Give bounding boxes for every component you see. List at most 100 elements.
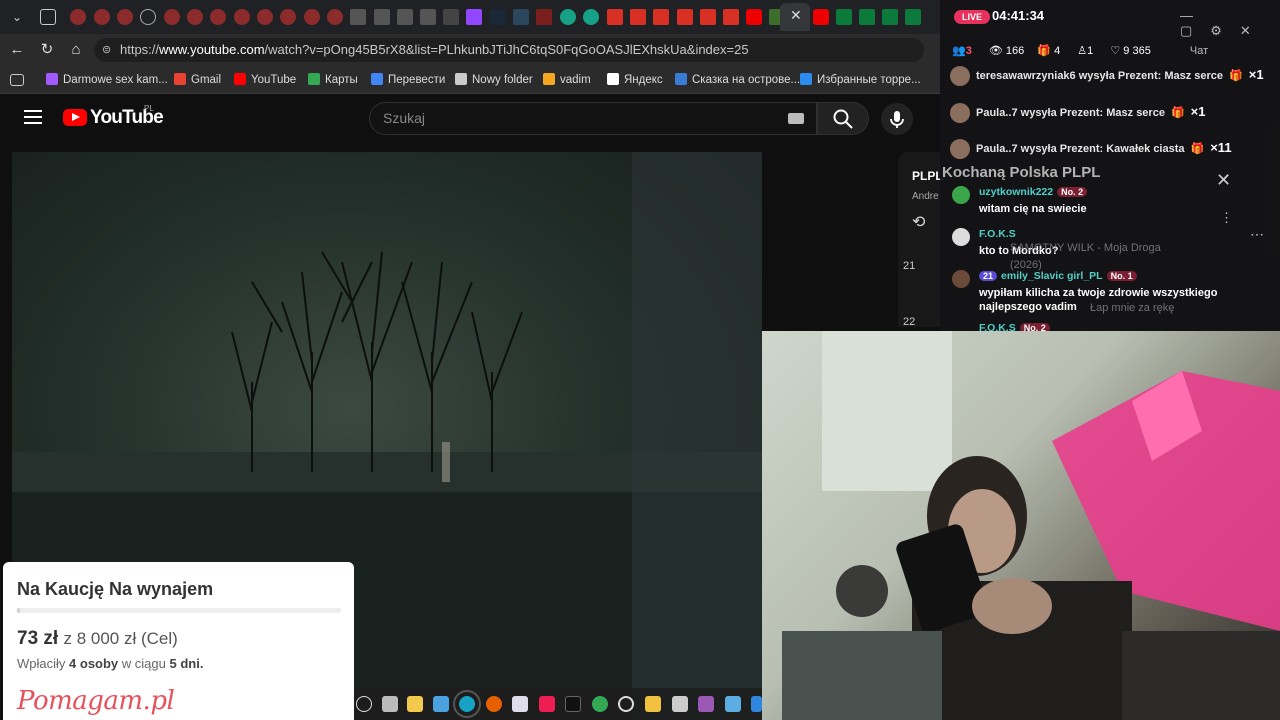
tab-favicon[interactable] bbox=[210, 9, 226, 25]
globe-icon[interactable] bbox=[140, 9, 156, 25]
tab-favicon[interactable] bbox=[397, 9, 413, 25]
bookmark-label: Darmowe sex kam... bbox=[63, 74, 168, 86]
voice-search-button[interactable] bbox=[881, 103, 913, 135]
tab-favicon[interactable] bbox=[350, 9, 366, 25]
tab-favicon[interactable] bbox=[94, 9, 110, 25]
bookmarks-menu-icon[interactable] bbox=[10, 74, 24, 86]
menu-icon[interactable] bbox=[24, 110, 42, 124]
firefox-icon[interactable] bbox=[486, 696, 502, 712]
tab-favicon[interactable] bbox=[560, 9, 576, 25]
gift-icon: 🎁 bbox=[1190, 143, 1205, 155]
donors-row: Wpłaciły 4 osoby w ciągu 5 dni. bbox=[17, 656, 204, 671]
steam-icon[interactable] bbox=[490, 9, 506, 25]
blocked-icon[interactable] bbox=[618, 696, 634, 712]
tab-favicon[interactable] bbox=[882, 9, 898, 25]
bookmark-item[interactable]: vadim bbox=[543, 72, 591, 88]
bookmark-item[interactable]: Nowy folder bbox=[455, 72, 533, 88]
gmail-icon[interactable] bbox=[723, 9, 739, 25]
search-input[interactable]: Szukaj bbox=[369, 102, 817, 135]
tab-favicon[interactable] bbox=[117, 9, 133, 25]
gmail-icon[interactable] bbox=[653, 9, 669, 25]
workspaces-icon[interactable] bbox=[40, 9, 56, 25]
gmail-icon[interactable] bbox=[700, 9, 716, 25]
youtube-icon[interactable] bbox=[813, 9, 829, 25]
tab-menu-chevron-icon[interactable]: ⌄ bbox=[9, 9, 25, 25]
bookmark-item[interactable]: Сказка на острове... bbox=[675, 72, 800, 88]
loop-icon[interactable]: ⟲ bbox=[912, 212, 925, 232]
tab-favicon[interactable] bbox=[70, 9, 86, 25]
pomagam-logo[interactable]: Pomagam.pl bbox=[17, 686, 175, 716]
tab-favicon[interactable] bbox=[234, 9, 250, 25]
tab-favicon[interactable] bbox=[420, 9, 436, 25]
file-explorer-icon[interactable] bbox=[407, 696, 423, 712]
photos-icon[interactable] bbox=[725, 696, 741, 712]
app-icon[interactable] bbox=[751, 696, 762, 712]
search-icon[interactable] bbox=[356, 696, 372, 712]
bookmark-item[interactable]: Яндекс bbox=[607, 72, 663, 88]
youtube-icon[interactable] bbox=[746, 9, 762, 25]
stream-stats: 👥3 👁 166 🎁 4 ♙1 ♡ 9 365 Чат bbox=[952, 44, 1208, 57]
tab-favicon[interactable] bbox=[583, 9, 599, 25]
url-field[interactable]: ⊜ https://www.youtube.com/watch?v=pOng45… bbox=[94, 38, 924, 62]
gift-text: wysyła Prezent: Kawałek ciasta bbox=[1020, 143, 1185, 155]
gmail-icon[interactable] bbox=[677, 9, 693, 25]
bookmark-favicon-icon bbox=[174, 73, 186, 85]
reload-icon[interactable]: ↻ bbox=[38, 41, 56, 59]
comment-user[interactable]: uzytkownik222 bbox=[979, 186, 1053, 198]
bookmark-item[interactable]: YouTube bbox=[234, 72, 296, 88]
app-icon[interactable] bbox=[512, 696, 528, 712]
chat-tab[interactable]: Чат bbox=[1190, 45, 1208, 57]
app-r-icon[interactable] bbox=[565, 696, 581, 712]
task-view-icon[interactable] bbox=[382, 696, 398, 712]
tab-favicon[interactable] bbox=[443, 9, 459, 25]
follower-count: 1 bbox=[1087, 45, 1094, 57]
tab-favicon[interactable] bbox=[859, 9, 875, 25]
tab-favicon[interactable] bbox=[513, 9, 529, 25]
window-controls[interactable]: —▢⚙✕ bbox=[1180, 8, 1280, 39]
tab-favicon[interactable] bbox=[327, 9, 343, 25]
room-title: Kochaną Polska PLPL bbox=[942, 164, 1101, 181]
playlist-channel[interactable]: Andre bbox=[912, 191, 939, 202]
bookmark-item[interactable]: Перевести bbox=[371, 72, 445, 88]
close-icon[interactable]: ✕ bbox=[1216, 170, 1231, 191]
site-info-icon[interactable]: ⊜ bbox=[102, 38, 111, 62]
chrome-icon[interactable] bbox=[592, 696, 608, 712]
mail-icon[interactable] bbox=[433, 696, 449, 712]
edge-icon[interactable] bbox=[453, 690, 481, 718]
twitch-icon[interactable] bbox=[466, 9, 482, 25]
tab-favicon[interactable] bbox=[836, 9, 852, 25]
comment-user[interactable]: emily_Slavic girl_PL bbox=[1001, 270, 1103, 282]
youtube-logo-icon[interactable] bbox=[63, 109, 87, 126]
tab-favicon[interactable] bbox=[257, 9, 273, 25]
tab-favicon[interactable] bbox=[374, 9, 390, 25]
home-icon[interactable]: ⌂ bbox=[67, 41, 85, 59]
star-icon[interactable] bbox=[645, 696, 661, 712]
tiktok-icon[interactable] bbox=[539, 696, 555, 712]
bookmark-item[interactable]: Darmowe sex kam... bbox=[46, 72, 168, 88]
keyboard-icon[interactable] bbox=[788, 113, 804, 124]
more-horizontal-icon[interactable]: ⋯ bbox=[1250, 226, 1264, 243]
tab-favicon[interactable] bbox=[187, 9, 203, 25]
bookmark-item[interactable]: Gmail bbox=[174, 72, 221, 88]
close-tab-icon[interactable]: ✕ bbox=[790, 7, 802, 24]
comment-user[interactable]: F.O.K.S bbox=[979, 228, 1016, 240]
tab-favicon[interactable] bbox=[304, 9, 320, 25]
back-icon[interactable]: ← bbox=[8, 41, 26, 59]
app-icon[interactable] bbox=[672, 696, 688, 712]
tab-favicon[interactable] bbox=[905, 9, 921, 25]
gmail-icon[interactable] bbox=[607, 9, 623, 25]
bookmark-item[interactable]: Карты bbox=[308, 72, 358, 88]
bookmark-item[interactable]: Избранные торре... bbox=[800, 72, 921, 88]
gift-count: ×11 bbox=[1210, 140, 1232, 155]
gmail-icon[interactable] bbox=[630, 9, 646, 25]
search-icon bbox=[833, 109, 853, 129]
bookmark-favicon-icon bbox=[46, 73, 58, 85]
tab-favicon[interactable] bbox=[164, 9, 180, 25]
tab-favicon[interactable] bbox=[280, 9, 296, 25]
tab-favicon[interactable] bbox=[536, 9, 552, 25]
search-button[interactable] bbox=[817, 102, 869, 135]
active-tab[interactable]: ✕ bbox=[780, 3, 810, 31]
bookmark-label: Перевести bbox=[388, 74, 446, 86]
app-icon[interactable] bbox=[698, 696, 714, 712]
playlist-title[interactable]: PLPL bbox=[912, 169, 943, 183]
